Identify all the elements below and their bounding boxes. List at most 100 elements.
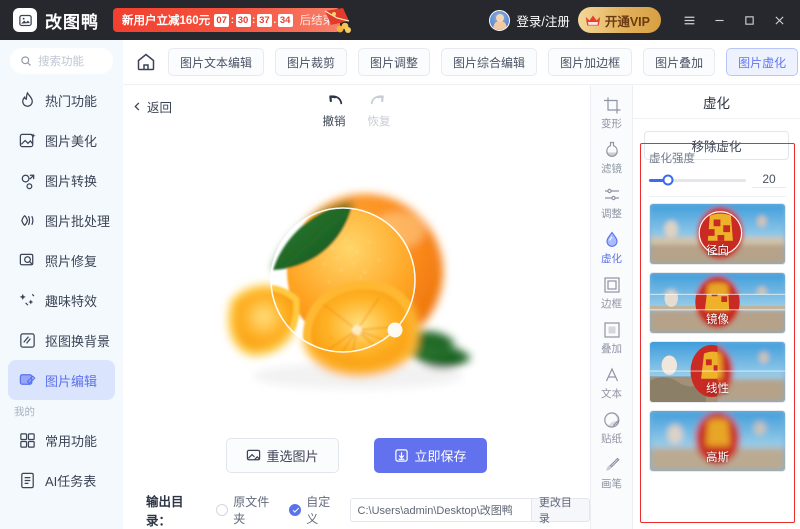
grid-icon bbox=[20, 432, 35, 448]
tool-transform[interactable]: 变形 bbox=[591, 91, 632, 136]
chevron-left-icon bbox=[134, 102, 140, 111]
tab-crop[interactable]: 图片裁剪 bbox=[275, 48, 348, 76]
tool-label: 画笔 bbox=[601, 478, 622, 490]
tool-adjust[interactable]: 调整 bbox=[591, 181, 632, 226]
maximize-icon[interactable] bbox=[734, 0, 764, 40]
tool-label: 文本 bbox=[601, 388, 622, 400]
countdown-sep-1: : bbox=[230, 14, 235, 26]
sidebar-item-hot[interactable]: 热门功能 bbox=[8, 80, 115, 120]
search-icon bbox=[21, 56, 31, 66]
overlay-icon bbox=[603, 322, 620, 338]
image-swap-icon bbox=[247, 449, 261, 461]
countdown-seconds: 37 bbox=[256, 13, 272, 27]
tab-overlay[interactable]: 图片叠加 bbox=[643, 48, 716, 76]
image-canvas[interactable] bbox=[153, 140, 563, 430]
tool-brush[interactable]: 画笔 bbox=[591, 451, 632, 496]
blur-strength-slider[interactable] bbox=[649, 174, 746, 186]
sidebar-item-label: 趣味特效 bbox=[45, 293, 98, 309]
output-path-input[interactable]: C:\Users\admin\Desktop\改图鸭 bbox=[349, 498, 531, 522]
preset-mirror[interactable]: 镜像 bbox=[649, 272, 786, 334]
redo-button[interactable]: 恢复 bbox=[368, 93, 391, 129]
brush-icon bbox=[605, 457, 620, 471]
tool-border[interactable]: 边框 bbox=[591, 271, 632, 316]
sidebar-item-label: 图片编辑 bbox=[45, 373, 98, 389]
sidebar-item-convert[interactable]: 图片转换 bbox=[8, 160, 115, 200]
radio-custom-folder[interactable] bbox=[289, 504, 302, 516]
change-directory-button[interactable]: 更改目录 bbox=[530, 497, 590, 525]
undo-button[interactable]: 撤销 bbox=[323, 93, 346, 129]
radio-custom-label[interactable]: 自定义 bbox=[306, 493, 341, 527]
document-icon bbox=[21, 472, 34, 488]
sidebar-item-image-edit[interactable]: 图片编辑 bbox=[8, 360, 115, 400]
convert-icon bbox=[21, 174, 35, 189]
sidebar-item-common-tools[interactable]: 常用功能 bbox=[8, 420, 115, 460]
tab-adjust[interactable]: 图片调整 bbox=[358, 48, 431, 76]
radio-original-label[interactable]: 原文件夹 bbox=[233, 493, 280, 527]
sidebar-item-label: 照片修复 bbox=[45, 253, 98, 269]
tool-filter[interactable]: 滤镜 bbox=[591, 136, 632, 181]
tool-strip: 变形 滤镜 调整 虚化 边框 叠加 文本 贴纸 画笔 bbox=[590, 85, 633, 529]
sidebar-item-fun-effects[interactable]: 趣味特效 bbox=[8, 280, 115, 320]
tool-overlay[interactable]: 叠加 bbox=[591, 316, 632, 361]
tab-text-edit[interactable]: 图片文本编辑 bbox=[168, 48, 265, 76]
title-bar: 改图鸭 新用户立减160元 07 : 30 : 37 . 34 后结束 登录/注… bbox=[0, 0, 800, 40]
edit-image-icon bbox=[19, 373, 36, 385]
home-icon[interactable] bbox=[135, 51, 157, 73]
tool-label: 边框 bbox=[601, 298, 622, 310]
countdown-minutes: 30 bbox=[235, 13, 251, 27]
sparkle-effects-icon bbox=[19, 293, 35, 306]
cutout-icon bbox=[20, 332, 35, 348]
close-icon[interactable] bbox=[764, 0, 794, 40]
sidebar-item-photo-repair[interactable]: 照片修复 bbox=[8, 240, 115, 280]
preset-label: 高斯 bbox=[706, 452, 729, 464]
batch-icon bbox=[21, 214, 34, 226]
blur-strength-label: 虚化强度 bbox=[649, 153, 695, 165]
tool-sticker[interactable]: 贴纸 bbox=[591, 406, 632, 451]
flame-icon bbox=[22, 91, 33, 107]
search-input[interactable]: 搜索功能 bbox=[10, 48, 113, 74]
undo-arrow-icon bbox=[329, 95, 343, 105]
preset-gaussian[interactable]: 高斯 bbox=[649, 410, 786, 472]
orange-fruit-image bbox=[153, 140, 563, 430]
tab-blur[interactable]: 图片虚化 bbox=[726, 48, 799, 76]
preset-radial[interactable]: 径向 bbox=[649, 203, 786, 265]
sidebar-section-label: 我的 bbox=[14, 406, 35, 418]
reselect-image-button[interactable]: 重选图片 bbox=[226, 438, 339, 473]
sidebar-item-beautify[interactable]: 图片美化 bbox=[8, 120, 115, 160]
tab-bar: 图片文本编辑 图片裁剪 图片调整 图片综合编辑 图片加边框 图片叠加 图片虚化 bbox=[123, 40, 800, 85]
crown-icon bbox=[585, 14, 601, 26]
undo-redo-group: 撤销 恢复 bbox=[323, 93, 391, 129]
tool-label: 贴纸 bbox=[601, 433, 622, 445]
sidebar-item-cutout[interactable]: 抠图换背景 bbox=[8, 320, 115, 360]
action-buttons: 重选图片 立即保存 bbox=[123, 438, 590, 473]
blur-droplet-icon bbox=[605, 231, 618, 247]
tool-label: 滤镜 bbox=[601, 163, 622, 175]
app-window: 改图鸭 新用户立减160元 07 : 30 : 37 . 34 后结束 登录/注… bbox=[0, 0, 800, 529]
sidebar-item-ai-tasks[interactable]: AI任务表 bbox=[8, 460, 115, 500]
minimize-icon[interactable] bbox=[704, 0, 734, 40]
tool-blur[interactable]: 虚化 bbox=[591, 226, 632, 271]
preset-linear[interactable]: 线性 bbox=[649, 341, 786, 403]
radio-original-folder[interactable] bbox=[216, 504, 229, 516]
account-label: 登录/注册 bbox=[516, 14, 570, 29]
app-brand-title: 改图鸭 bbox=[45, 12, 99, 32]
back-button[interactable]: 返回 bbox=[133, 97, 172, 116]
promo-banner[interactable]: 新用户立减160元 07 : 30 : 37 . 34 后结束 bbox=[113, 8, 352, 33]
app-logo-icon bbox=[13, 8, 37, 32]
tab-add-border[interactable]: 图片加边框 bbox=[548, 48, 633, 76]
slider-thumb[interactable] bbox=[662, 174, 674, 186]
account-button[interactable]: 登录/注册 bbox=[489, 9, 570, 31]
vip-upgrade-button[interactable]: 开通VIP bbox=[577, 7, 661, 33]
blur-strength-value[interactable]: 20 bbox=[752, 172, 786, 188]
tool-label: 调整 bbox=[601, 208, 622, 220]
save-now-button[interactable]: 立即保存 bbox=[374, 438, 487, 473]
search-placeholder: 搜索功能 bbox=[38, 56, 84, 68]
preset-label: 线性 bbox=[706, 383, 729, 395]
sidebar-item-batch[interactable]: 图片批处理 bbox=[8, 200, 115, 240]
undo-label: 撤销 bbox=[322, 116, 346, 128]
preset-label: 径向 bbox=[706, 245, 729, 257]
redo-arrow-icon bbox=[370, 95, 384, 105]
hamburger-menu-icon[interactable] bbox=[674, 0, 704, 40]
tool-text[interactable]: 文本 bbox=[591, 361, 632, 406]
tab-comprehensive-edit[interactable]: 图片综合编辑 bbox=[441, 48, 538, 76]
